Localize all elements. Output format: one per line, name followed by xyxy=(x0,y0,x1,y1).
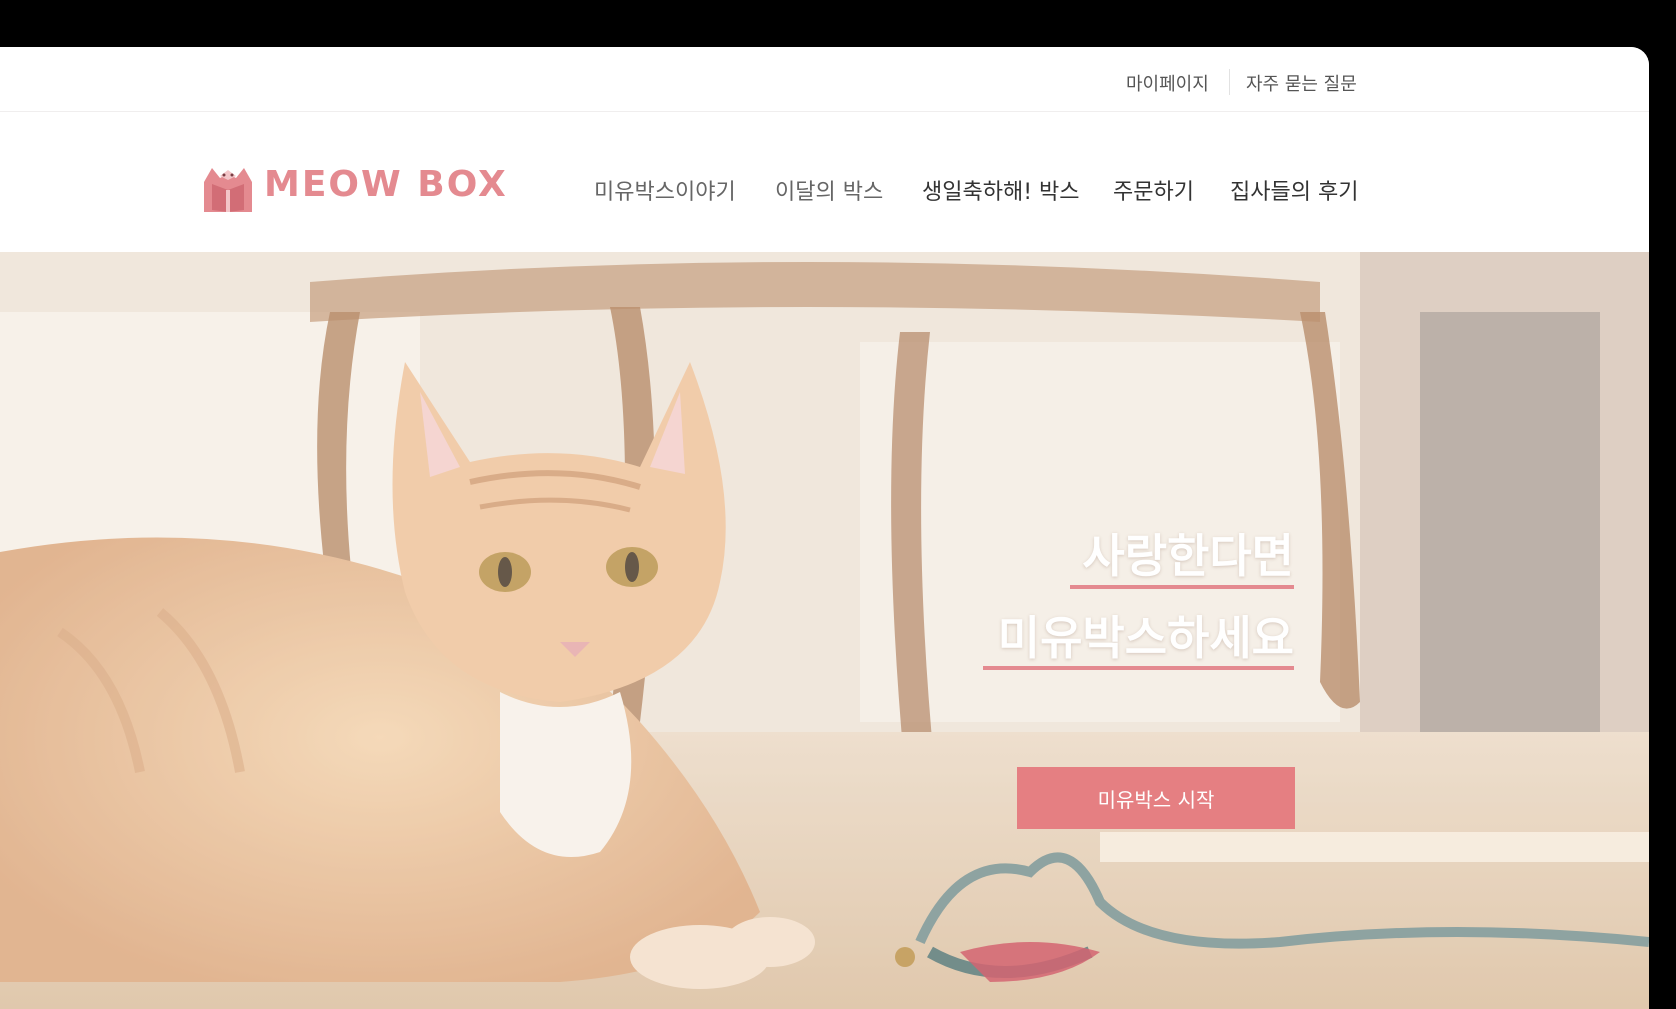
cat-box-logo-icon[interactable] xyxy=(202,164,254,214)
start-meowbox-button[interactable]: 미유박스 시작 xyxy=(1017,767,1295,829)
headline-underline-2 xyxy=(983,666,1294,670)
utility-bar: 마이페이지 자주 묻는 질문 xyxy=(0,47,1649,112)
device-frame-edge xyxy=(1649,0,1676,1009)
nav-item-story[interactable]: 미유박스이야기 xyxy=(594,174,736,206)
faq-link[interactable]: 자주 묻는 질문 xyxy=(1246,70,1357,96)
nav-item-birthday-box[interactable]: 생일축하해! 박스 xyxy=(922,174,1080,206)
brand-logo-text[interactable]: MEOW BOX xyxy=(264,164,508,205)
nav-item-order[interactable]: 주문하기 xyxy=(1113,174,1194,206)
browser-viewport: 마이페이지 자주 묻는 질문 MEOW BOX 미유박스이야기 이달의 박스 생… xyxy=(0,47,1649,1009)
hero-headline-line1: 사랑한다면 xyxy=(1082,529,1294,583)
nav-item-reviews[interactable]: 집사들의 후기 xyxy=(1230,174,1358,206)
nav-item-monthly-box[interactable]: 이달의 박스 xyxy=(775,174,883,206)
cat-photo-illustration xyxy=(0,252,1649,1009)
headline-underline-1 xyxy=(1070,585,1294,589)
hero-headline-line2: 미유박스하세요 xyxy=(997,611,1294,665)
utility-divider xyxy=(1229,69,1230,95)
hero-banner: 사랑한다면 미유박스하세요 미유박스 시작 xyxy=(0,252,1649,1009)
mypage-link[interactable]: 마이페이지 xyxy=(1126,70,1209,96)
